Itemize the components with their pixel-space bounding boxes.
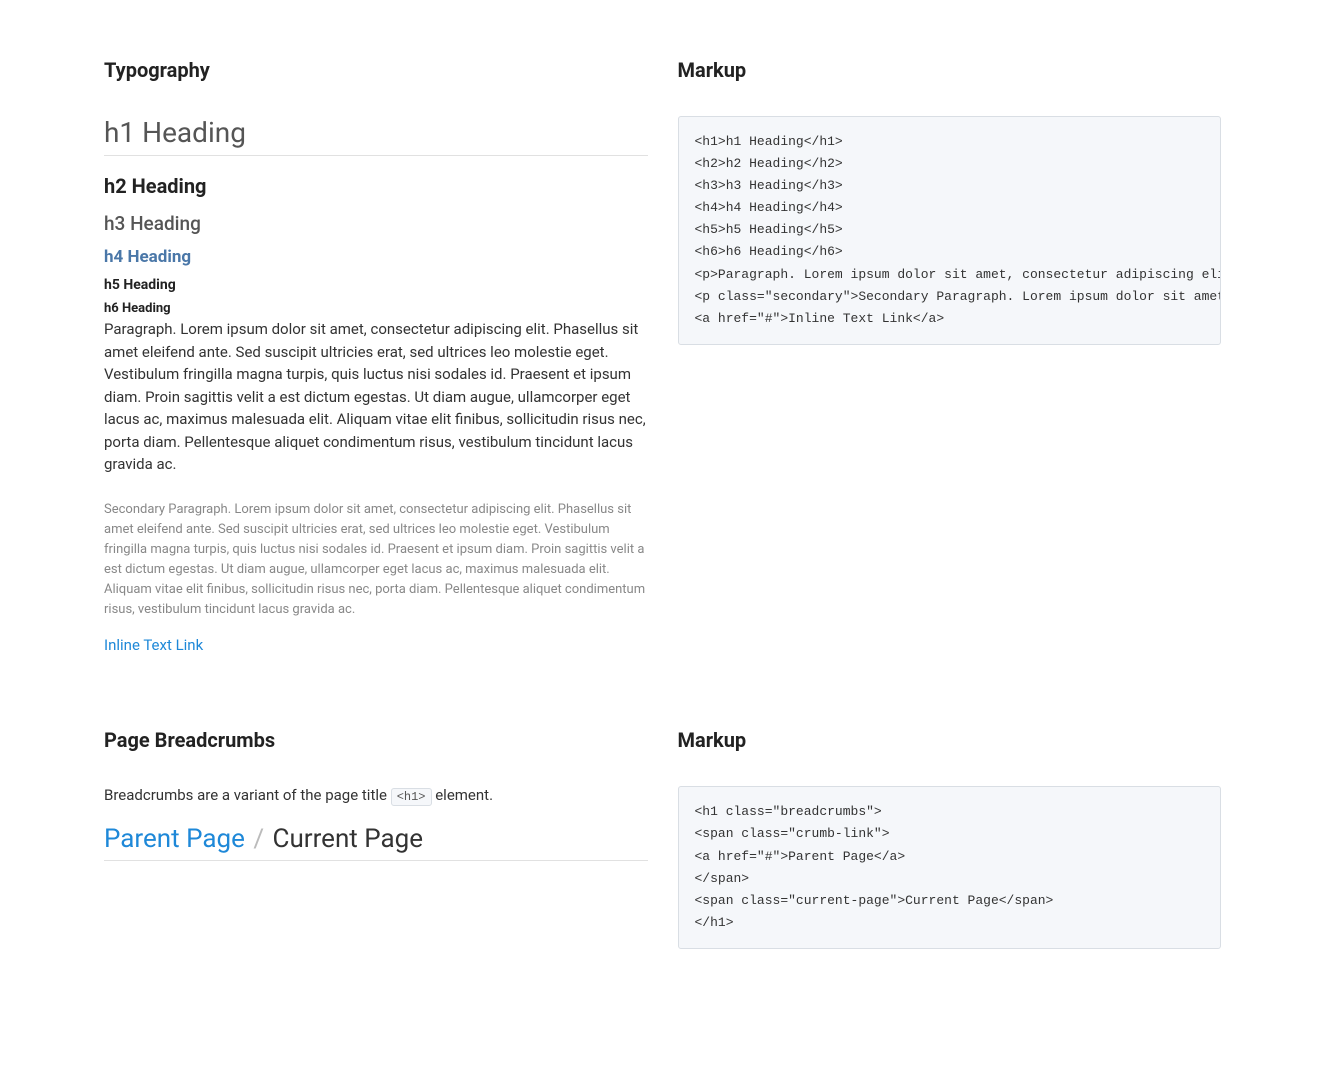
typography-markup-col: Markup <h1>h1 Heading</h1> <h2>h2 Headin…: [678, 58, 1222, 654]
breadcrumbs-desc-pre: Breadcrumbs are a variant of the page ti…: [104, 786, 391, 804]
typography-demo-col: Typography h1 Heading h2 Heading h3 Head…: [104, 58, 648, 654]
typography-markup-title: Markup: [678, 58, 1222, 82]
breadcrumbs-demo-col: Page Breadcrumbs Breadcrumbs are a varia…: [104, 728, 648, 949]
typography-section: Typography h1 Heading h2 Heading h3 Head…: [104, 58, 1221, 654]
h1-heading-demo: h1 Heading: [104, 116, 648, 156]
breadcrumbs-markup-title: Markup: [678, 728, 1222, 752]
typography-section-title: Typography: [104, 58, 648, 82]
h3-heading-demo: h3 Heading: [104, 212, 648, 235]
inline-text-link[interactable]: Inline Text Link: [104, 636, 203, 654]
breadcrumbs-section: Page Breadcrumbs Breadcrumbs are a varia…: [104, 728, 1221, 949]
h6-heading-demo: h6 Heading: [104, 301, 648, 316]
breadcrumbs-markup-col: Markup <h1 class="breadcrumbs"> <span cl…: [678, 728, 1222, 949]
breadcrumb: Parent Page / Current Page: [104, 824, 648, 861]
typography-code-block: <h1>h1 Heading</h1> <h2>h2 Heading</h2> …: [678, 116, 1222, 345]
breadcrumbs-code-block: <h1 class="breadcrumbs"> <span class="cr…: [678, 786, 1222, 949]
breadcrumb-separator: /: [253, 824, 264, 854]
breadcrumbs-description: Breadcrumbs are a variant of the page ti…: [104, 786, 648, 804]
h2-heading-demo: h2 Heading: [104, 174, 648, 198]
breadcrumb-parent-link[interactable]: Parent Page: [104, 824, 245, 854]
breadcrumbs-section-title: Page Breadcrumbs: [104, 728, 648, 752]
paragraph-primary: Paragraph. Lorem ipsum dolor sit amet, c…: [104, 318, 648, 476]
paragraph-secondary: Secondary Paragraph. Lorem ipsum dolor s…: [104, 500, 648, 621]
breadcrumbs-desc-post: element.: [432, 786, 494, 804]
h4-heading-demo: h4 Heading: [104, 247, 648, 267]
h1-inline-code: <h1>: [391, 788, 432, 806]
breadcrumb-current-page: Current Page: [273, 824, 424, 854]
h5-heading-demo: h5 Heading: [104, 277, 648, 293]
